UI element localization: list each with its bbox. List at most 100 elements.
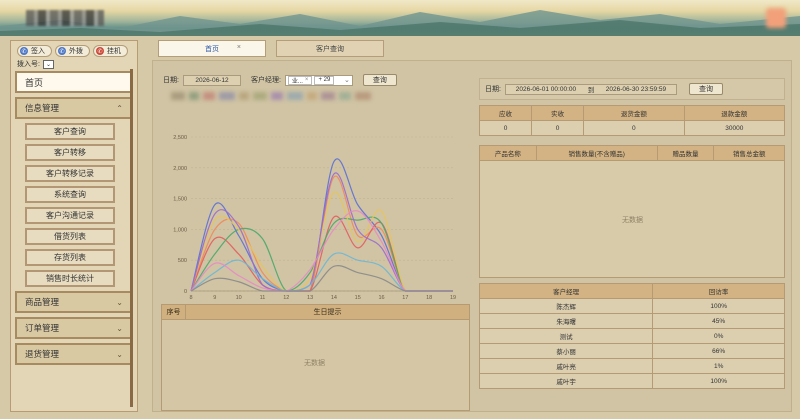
- visit-rate-cell: 66%: [652, 343, 785, 359]
- nav-group-returns[interactable]: 退货管理 ⌄: [15, 343, 133, 365]
- nav-menu: 首页 信息管理 ⌃ 客户查询 客户转移 客户转移记录 系统查询 客户沟通记录 借…: [15, 71, 133, 365]
- nav-item-stock-list[interactable]: 存货列表: [25, 249, 115, 266]
- range-separator: 到: [587, 87, 595, 94]
- nav-group-label: 商品管理: [25, 297, 60, 307]
- hang-up-button[interactable]: ✆ 挂机: [93, 45, 128, 57]
- nav-item-transfer-records[interactable]: 客户转移记录: [25, 165, 115, 182]
- visit-rate-cell: 45%: [652, 313, 785, 329]
- tab-home[interactable]: 首页 ×: [158, 40, 266, 57]
- x-tick-label: 9: [213, 295, 216, 301]
- manager-label: 客户经理:: [250, 77, 281, 84]
- x-tick-label: 13: [307, 295, 313, 301]
- chart-legend[interactable]: [171, 92, 441, 105]
- nav-item-customer-transfer[interactable]: 客户转移: [25, 144, 115, 161]
- table-cell: 0: [478, 120, 533, 136]
- manager-select[interactable]: 业... × + 29 ⌄: [284, 74, 353, 86]
- chevron-down-icon: ⌄: [45, 61, 51, 68]
- chevron-down-icon: ⌄: [344, 77, 350, 84]
- main-panel: 日期: 2026-06-12 客户经理: 业... × + 29 ⌄ 查询 0 5…: [152, 60, 792, 412]
- nav-item-customer-query[interactable]: 客户查询: [25, 123, 115, 140]
- table-header-row: 应收 实收 退货金额 退款金额: [478, 105, 786, 121]
- table-cell: 0: [583, 120, 685, 136]
- summary-table: 应收 实收 退货金额 退款金额 0 0 0 30000: [478, 105, 786, 136]
- col-index: 序号: [162, 305, 186, 319]
- nav-home[interactable]: 首页: [15, 71, 133, 93]
- nav-item-sales-duration[interactable]: 销售时长统计: [25, 270, 115, 287]
- dial-out-button[interactable]: ✆ 外拨: [55, 45, 90, 57]
- x-tick-label: 12: [283, 295, 289, 301]
- manager-tag: 业... ×: [287, 75, 313, 85]
- logo: [26, 10, 104, 26]
- tab-label: 客户查询: [316, 45, 344, 53]
- x-tick-label: 14: [331, 295, 337, 301]
- date-input[interactable]: 2026-06-12: [182, 74, 241, 86]
- table-row: 蔡小丽 66%: [478, 343, 785, 359]
- table-row: 0 0 0 30000: [478, 120, 786, 136]
- nav-group-label: 订单管理: [25, 323, 60, 333]
- nav-item-borrow-list[interactable]: 借货列表: [25, 228, 115, 245]
- empty-text: 无数据: [304, 360, 325, 367]
- hang-up-label: 挂机: [107, 48, 121, 55]
- close-icon[interactable]: ×: [237, 44, 241, 51]
- x-tick-label: 15: [355, 295, 361, 301]
- nav-item-system-query[interactable]: 系统查询: [25, 186, 115, 203]
- chevron-down-icon: ⌄: [116, 323, 123, 333]
- manager-cell: 蔡小丽: [478, 343, 654, 359]
- check-in-label: 签入: [31, 48, 45, 55]
- manager-cell: 戚叶宇: [478, 373, 654, 389]
- manager-cell: 戚叶亮: [478, 358, 654, 374]
- col-refund-amount: 退款金额: [683, 105, 786, 121]
- close-icon[interactable]: ×: [305, 77, 309, 83]
- x-tick-label: 11: [260, 295, 266, 301]
- x-tick-label: 18: [426, 295, 432, 301]
- nav-group-label: 信息管理: [25, 103, 60, 113]
- tab-customer-query[interactable]: 客户查询: [276, 40, 384, 57]
- product-table-body: 无数据: [479, 160, 785, 278]
- dial-out-label: 外拨: [69, 48, 83, 55]
- sidebar: ✆ 签入 ✆ 外拨 ✆ 挂机 拨入号: ⌄ 首页 信息管理 ⌃ 客户查询 客户转…: [10, 40, 138, 412]
- range-filter: 日期: 2026-06-01 00:00:00 到 2026-06-30 23:…: [479, 78, 785, 100]
- y-tick-label: 2,500: [173, 135, 187, 141]
- visit-rate-cell: 0%: [652, 328, 785, 344]
- sidebar-scrollbar[interactable]: [130, 69, 133, 407]
- col-product-name: 产品名称: [479, 145, 537, 161]
- date-label: 日期:: [163, 77, 179, 84]
- table-cell: 0: [531, 120, 585, 136]
- empty-text: 无数据: [622, 217, 643, 224]
- phone-icon: ✆: [20, 47, 28, 55]
- product-table: 产品名称 销售数量(不含赠品) 赠品数量 销售总金额: [479, 145, 785, 161]
- x-tick-label: 8: [189, 295, 192, 301]
- nav-group-products[interactable]: 商品管理 ⌄: [15, 291, 133, 313]
- chevron-up-icon: ⌃: [116, 103, 123, 113]
- hang-up-icon: ✆: [96, 47, 104, 55]
- visit-rate-table: 客户经理 回访率 陈杰辉 100% 朱海曙 45% 测试 0% 蔡小丽 66% 戚叶亮 1% 戚叶宇…: [478, 283, 785, 389]
- manager-more-tag: + 29: [314, 75, 335, 85]
- date-range-input[interactable]: 2026-06-01 00:00:00 到 2026-06-30 23:59:5…: [504, 83, 677, 95]
- col-sales-total: 销售总金额: [713, 145, 785, 161]
- nav-group-info[interactable]: 信息管理 ⌃: [15, 97, 133, 119]
- end-date: 2026-06-30 23:59:59: [605, 85, 667, 93]
- y-tick-label: 500: [178, 258, 187, 264]
- date-label: 日期:: [485, 86, 501, 93]
- nav-group-label: 退货管理: [25, 349, 60, 359]
- col-birthday: 生日提示: [313, 309, 342, 316]
- tab-label: 首页: [205, 45, 219, 53]
- nav-group-orders[interactable]: 订单管理 ⌄: [15, 317, 133, 339]
- x-tick-label: 10: [236, 295, 242, 301]
- col-gift-qty: 赠品数量: [656, 145, 715, 161]
- x-tick-label: 17: [402, 295, 408, 301]
- extension-label: 拨入号:: [17, 61, 40, 68]
- query-button[interactable]: 查询: [688, 83, 723, 95]
- visit-rate-cell: 100%: [652, 298, 785, 314]
- table-row: 戚叶宇 100%: [478, 373, 785, 389]
- nav-item-communication-records[interactable]: 客户沟通记录: [25, 207, 115, 224]
- col-visit-rate: 回访率: [652, 283, 785, 299]
- table-row: 陈杰辉 100%: [478, 298, 785, 314]
- birthday-table: 序号 生日提示 无数据: [161, 304, 470, 411]
- manager-cell: 朱海曙: [478, 313, 654, 329]
- avatar[interactable]: [766, 8, 786, 28]
- table-cell: 30000: [683, 120, 786, 136]
- check-in-button[interactable]: ✆ 签入: [17, 45, 52, 57]
- extension-select[interactable]: ⌄: [42, 59, 54, 69]
- query-button[interactable]: 查询: [362, 74, 397, 86]
